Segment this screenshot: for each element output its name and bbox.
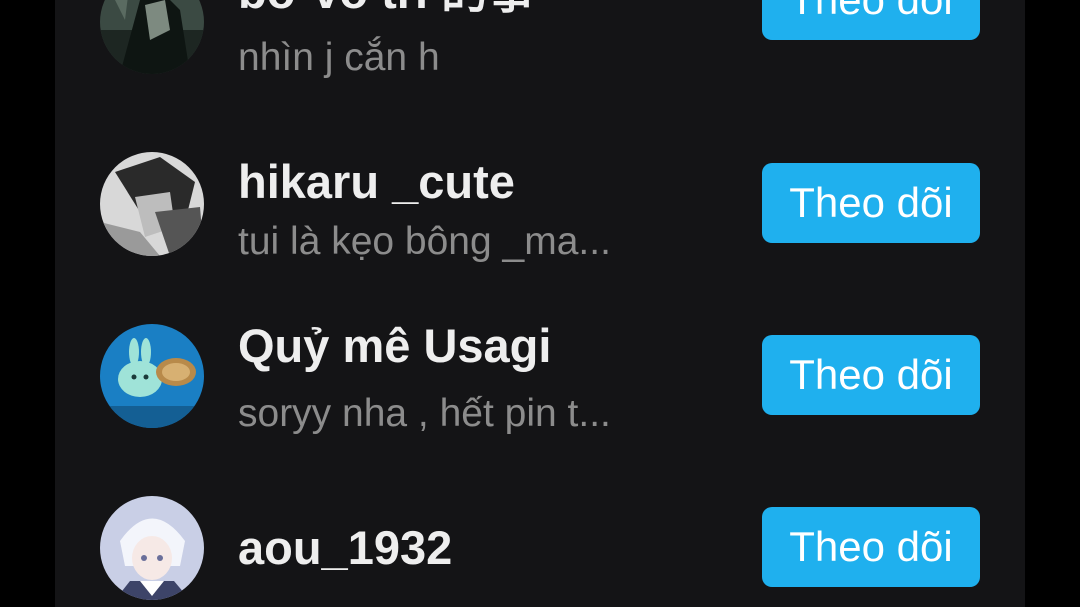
username: Quỷ mê Usagi: [238, 319, 552, 372]
list-item[interactable]: aou_1932 Theo dõi: [55, 494, 1025, 607]
user-bio: tui là kẹo bông _ma...: [238, 220, 611, 263]
follow-button[interactable]: Theo dõi: [762, 0, 980, 40]
username: aou_1932: [238, 521, 453, 574]
avatar[interactable]: [100, 152, 204, 256]
follow-button[interactable]: Theo dõi: [762, 335, 980, 415]
user-bio: soryy nha , hết pin t...: [238, 392, 611, 435]
follow-suggestions-list: bơ vô tri 的事 nhìn j cắn h Theo dõi hikar…: [55, 0, 1025, 607]
avatar[interactable]: [100, 0, 204, 74]
avatar[interactable]: [100, 496, 204, 600]
list-item[interactable]: bơ vô tri 的事 nhìn j cắn h Theo dõi: [55, 0, 1025, 80]
follow-button[interactable]: Theo dõi: [762, 163, 980, 243]
user-bio: nhìn j cắn h: [238, 36, 440, 79]
follow-button[interactable]: Theo dõi: [762, 507, 980, 587]
username: bơ vô tri 的事: [238, 0, 535, 15]
username: hikaru _cute: [238, 155, 515, 208]
list-item[interactable]: hikaru _cute tui là kẹo bông _ma... Theo…: [55, 150, 1025, 270]
list-item[interactable]: Quỷ mê Usagi soryy nha , hết pin t... Th…: [55, 322, 1025, 442]
avatar[interactable]: [100, 324, 204, 428]
